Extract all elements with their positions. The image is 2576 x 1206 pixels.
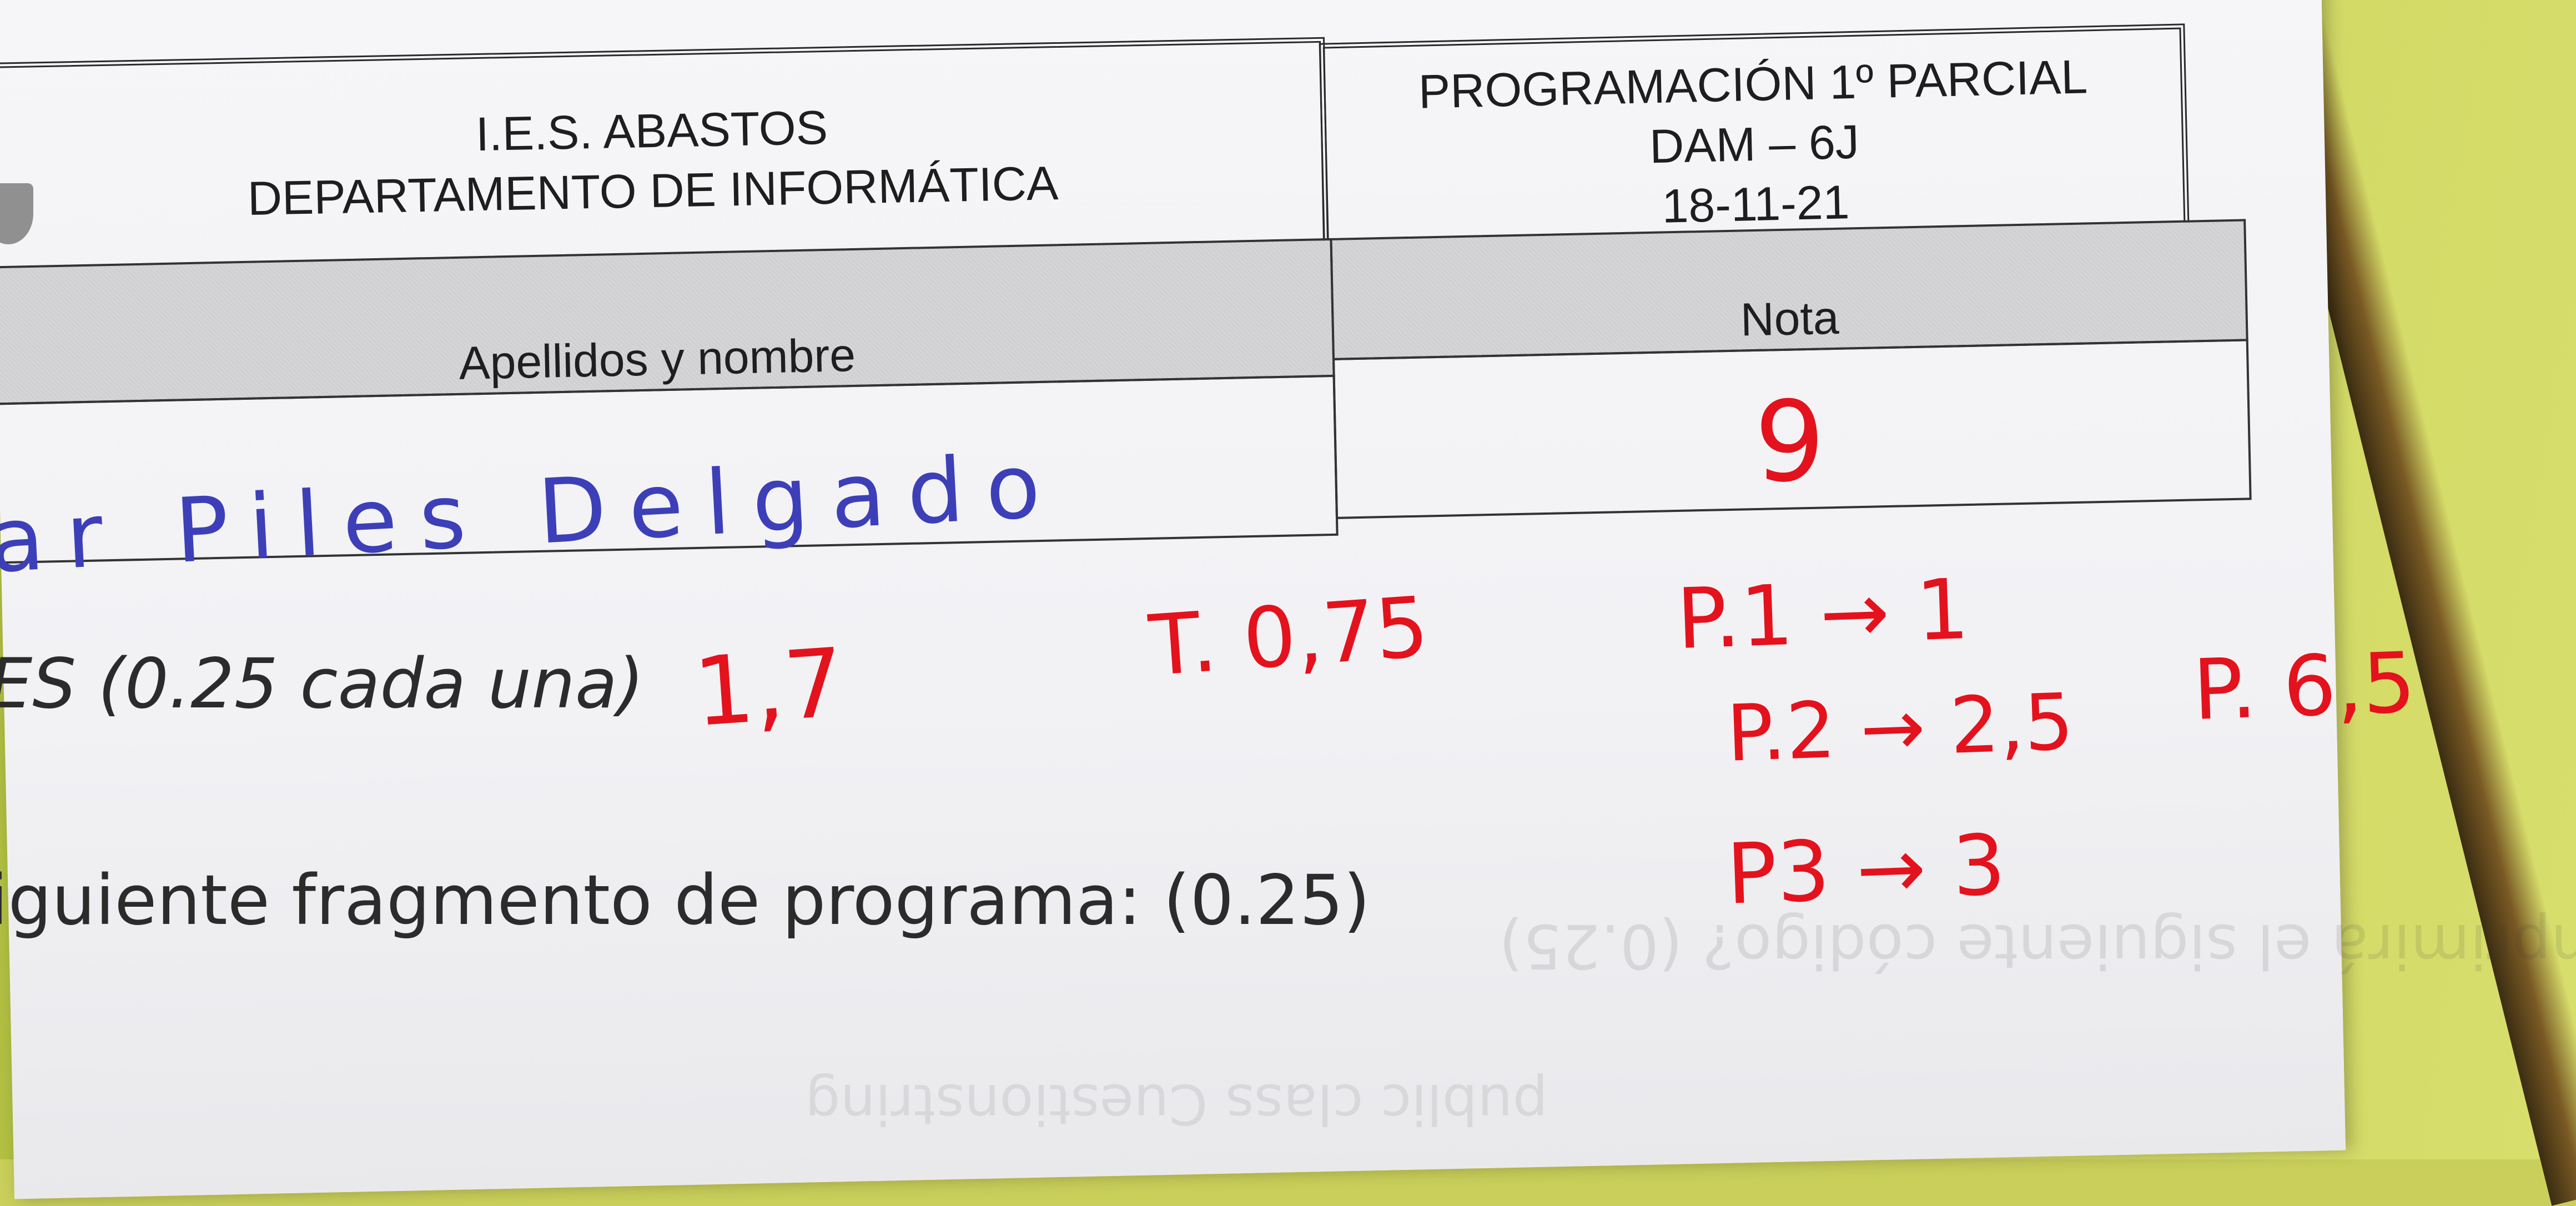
practice-2-score: P.2 → 2,5 — [1725, 677, 2075, 780]
section-1-score: 1,7 — [690, 627, 848, 748]
practice-3-score: P3 → 3 — [1725, 817, 2008, 923]
exam-title: PROGRAMACIÓN 1º PARCIAL — [1417, 50, 2089, 119]
theory-total: T. 0,75 — [1146, 579, 1432, 695]
question-2-text: iguiente fragmento de programa: (0.25) — [0, 861, 1371, 941]
practice-1-score: P.1 → 1 — [1675, 561, 1971, 669]
grade-header-cell: Nota — [1330, 219, 2248, 360]
school-name: I.E.S. ABASTOS — [475, 100, 828, 162]
practice-total: P. 6,5 — [2191, 635, 2417, 739]
exam-page: I.E.S. ABASTOS DEPARTAMENTO DE INFORMÁTI… — [0, 0, 2576, 1159]
bleed-through-code: public class Cuestionstring — [805, 1072, 1548, 1137]
exam-group: DAM – 6J — [1649, 115, 1860, 174]
final-grade: 9 — [1754, 378, 1825, 507]
section-1-heading: ES (0.25 cada una) — [0, 644, 645, 724]
department-name: DEPARTAMENTO DE INFORMÁTICA — [246, 156, 1059, 226]
exam-date: 18-11-21 — [1661, 175, 1850, 233]
bleed-through-q3: 3. ¿Qué imprimirá el siguiente código? (… — [1499, 911, 2576, 982]
